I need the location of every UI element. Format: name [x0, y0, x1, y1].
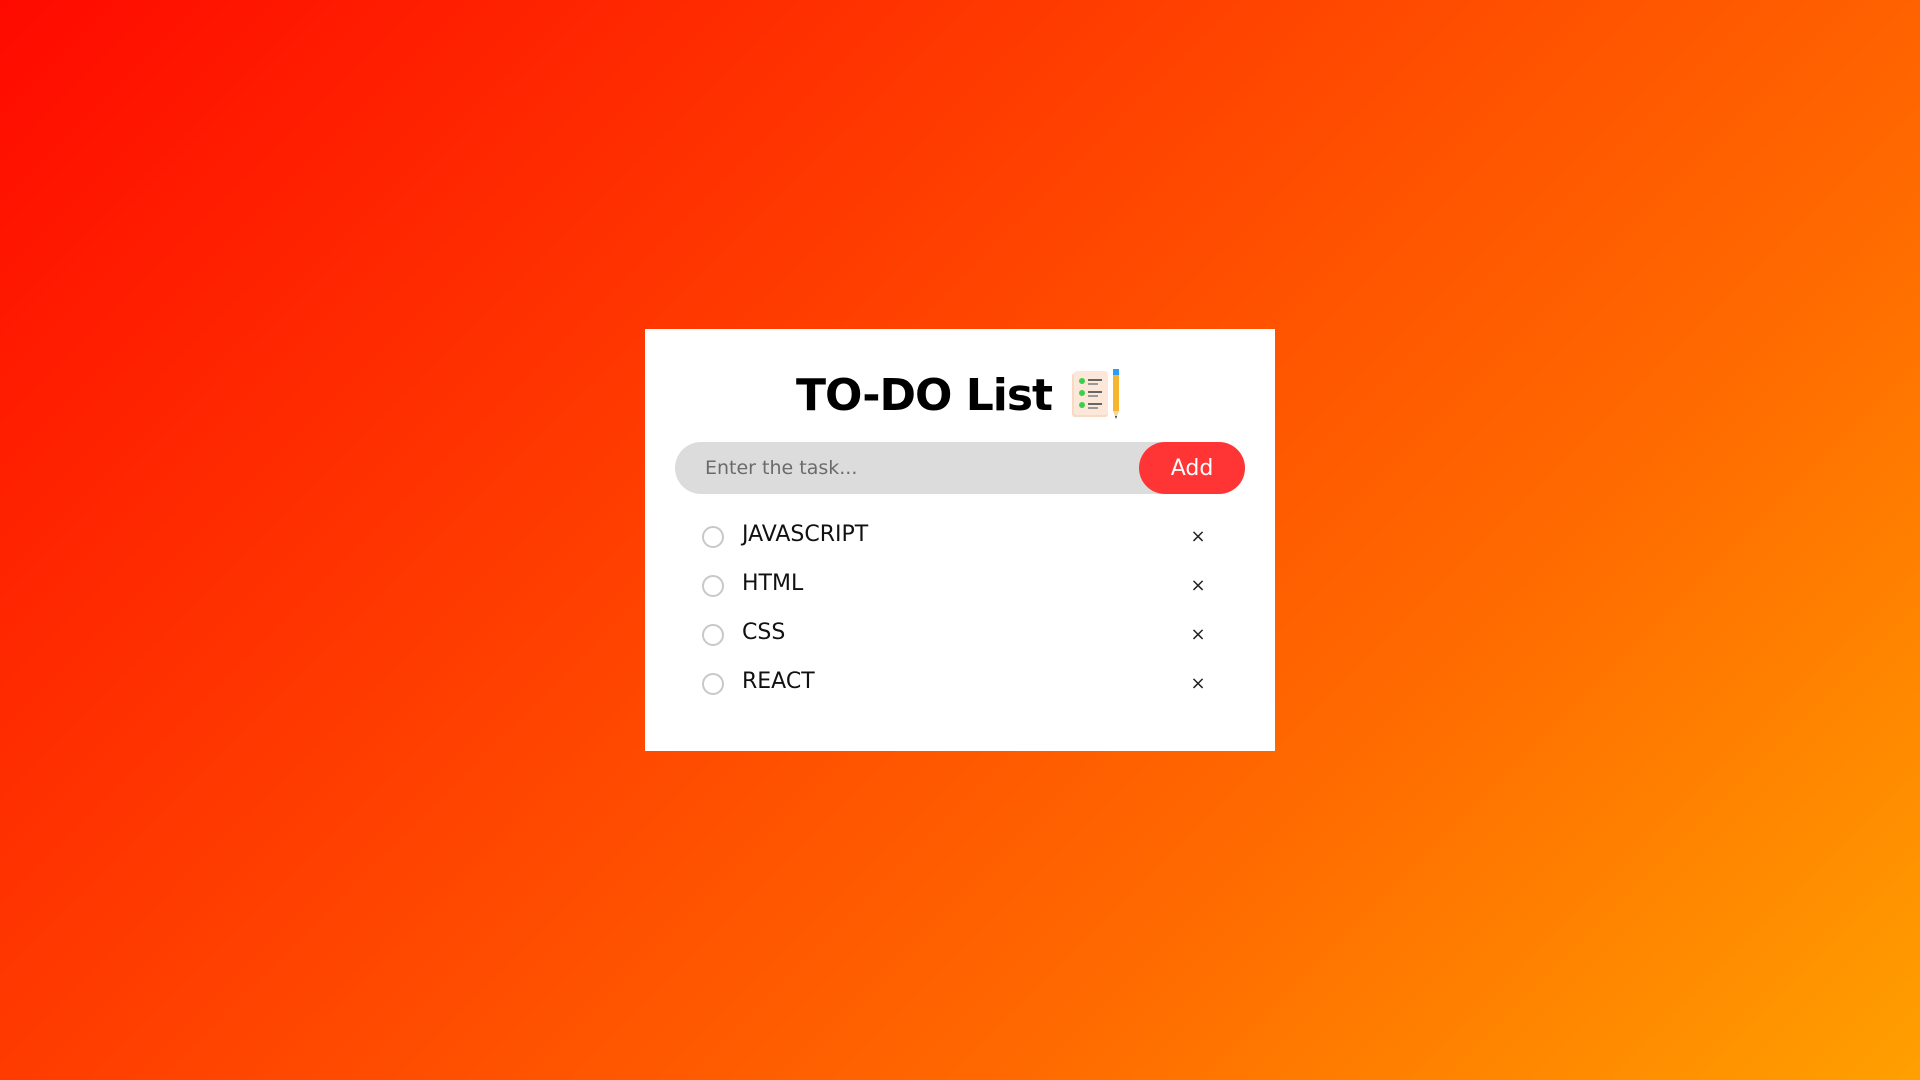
task-label: JAVASCRIPT: [742, 522, 869, 547]
checkbox-circle-icon[interactable]: [702, 673, 724, 695]
task-input[interactable]: [675, 442, 1135, 494]
checkbox-circle-icon[interactable]: [702, 624, 724, 646]
list-item[interactable]: JAVASCRIPT ×: [645, 514, 1275, 563]
todo-card: TO-DO List Add JAVASCRIPT ×: [645, 329, 1275, 751]
remove-task-button[interactable]: ×: [1185, 669, 1211, 699]
checklist-notepad-pencil-icon: [1072, 369, 1120, 419]
header: TO-DO List: [645, 363, 1275, 427]
list-item[interactable]: CSS ×: [645, 612, 1275, 661]
checkbox-circle-icon[interactable]: [702, 575, 724, 597]
remove-task-button[interactable]: ×: [1185, 571, 1211, 601]
list-item[interactable]: HTML ×: [645, 563, 1275, 612]
list-item[interactable]: REACT ×: [645, 661, 1275, 710]
checkbox-circle-icon[interactable]: [702, 526, 724, 548]
task-list: JAVASCRIPT × HTML × CSS × REACT ×: [645, 514, 1275, 710]
task-label: HTML: [742, 571, 804, 596]
page-title: TO-DO List: [795, 369, 1053, 421]
task-label: CSS: [742, 620, 786, 645]
remove-task-button[interactable]: ×: [1185, 620, 1211, 650]
remove-task-button[interactable]: ×: [1185, 522, 1211, 552]
task-label: REACT: [742, 669, 815, 694]
add-button[interactable]: Add: [1139, 442, 1245, 494]
task-input-row: Add: [675, 442, 1245, 494]
